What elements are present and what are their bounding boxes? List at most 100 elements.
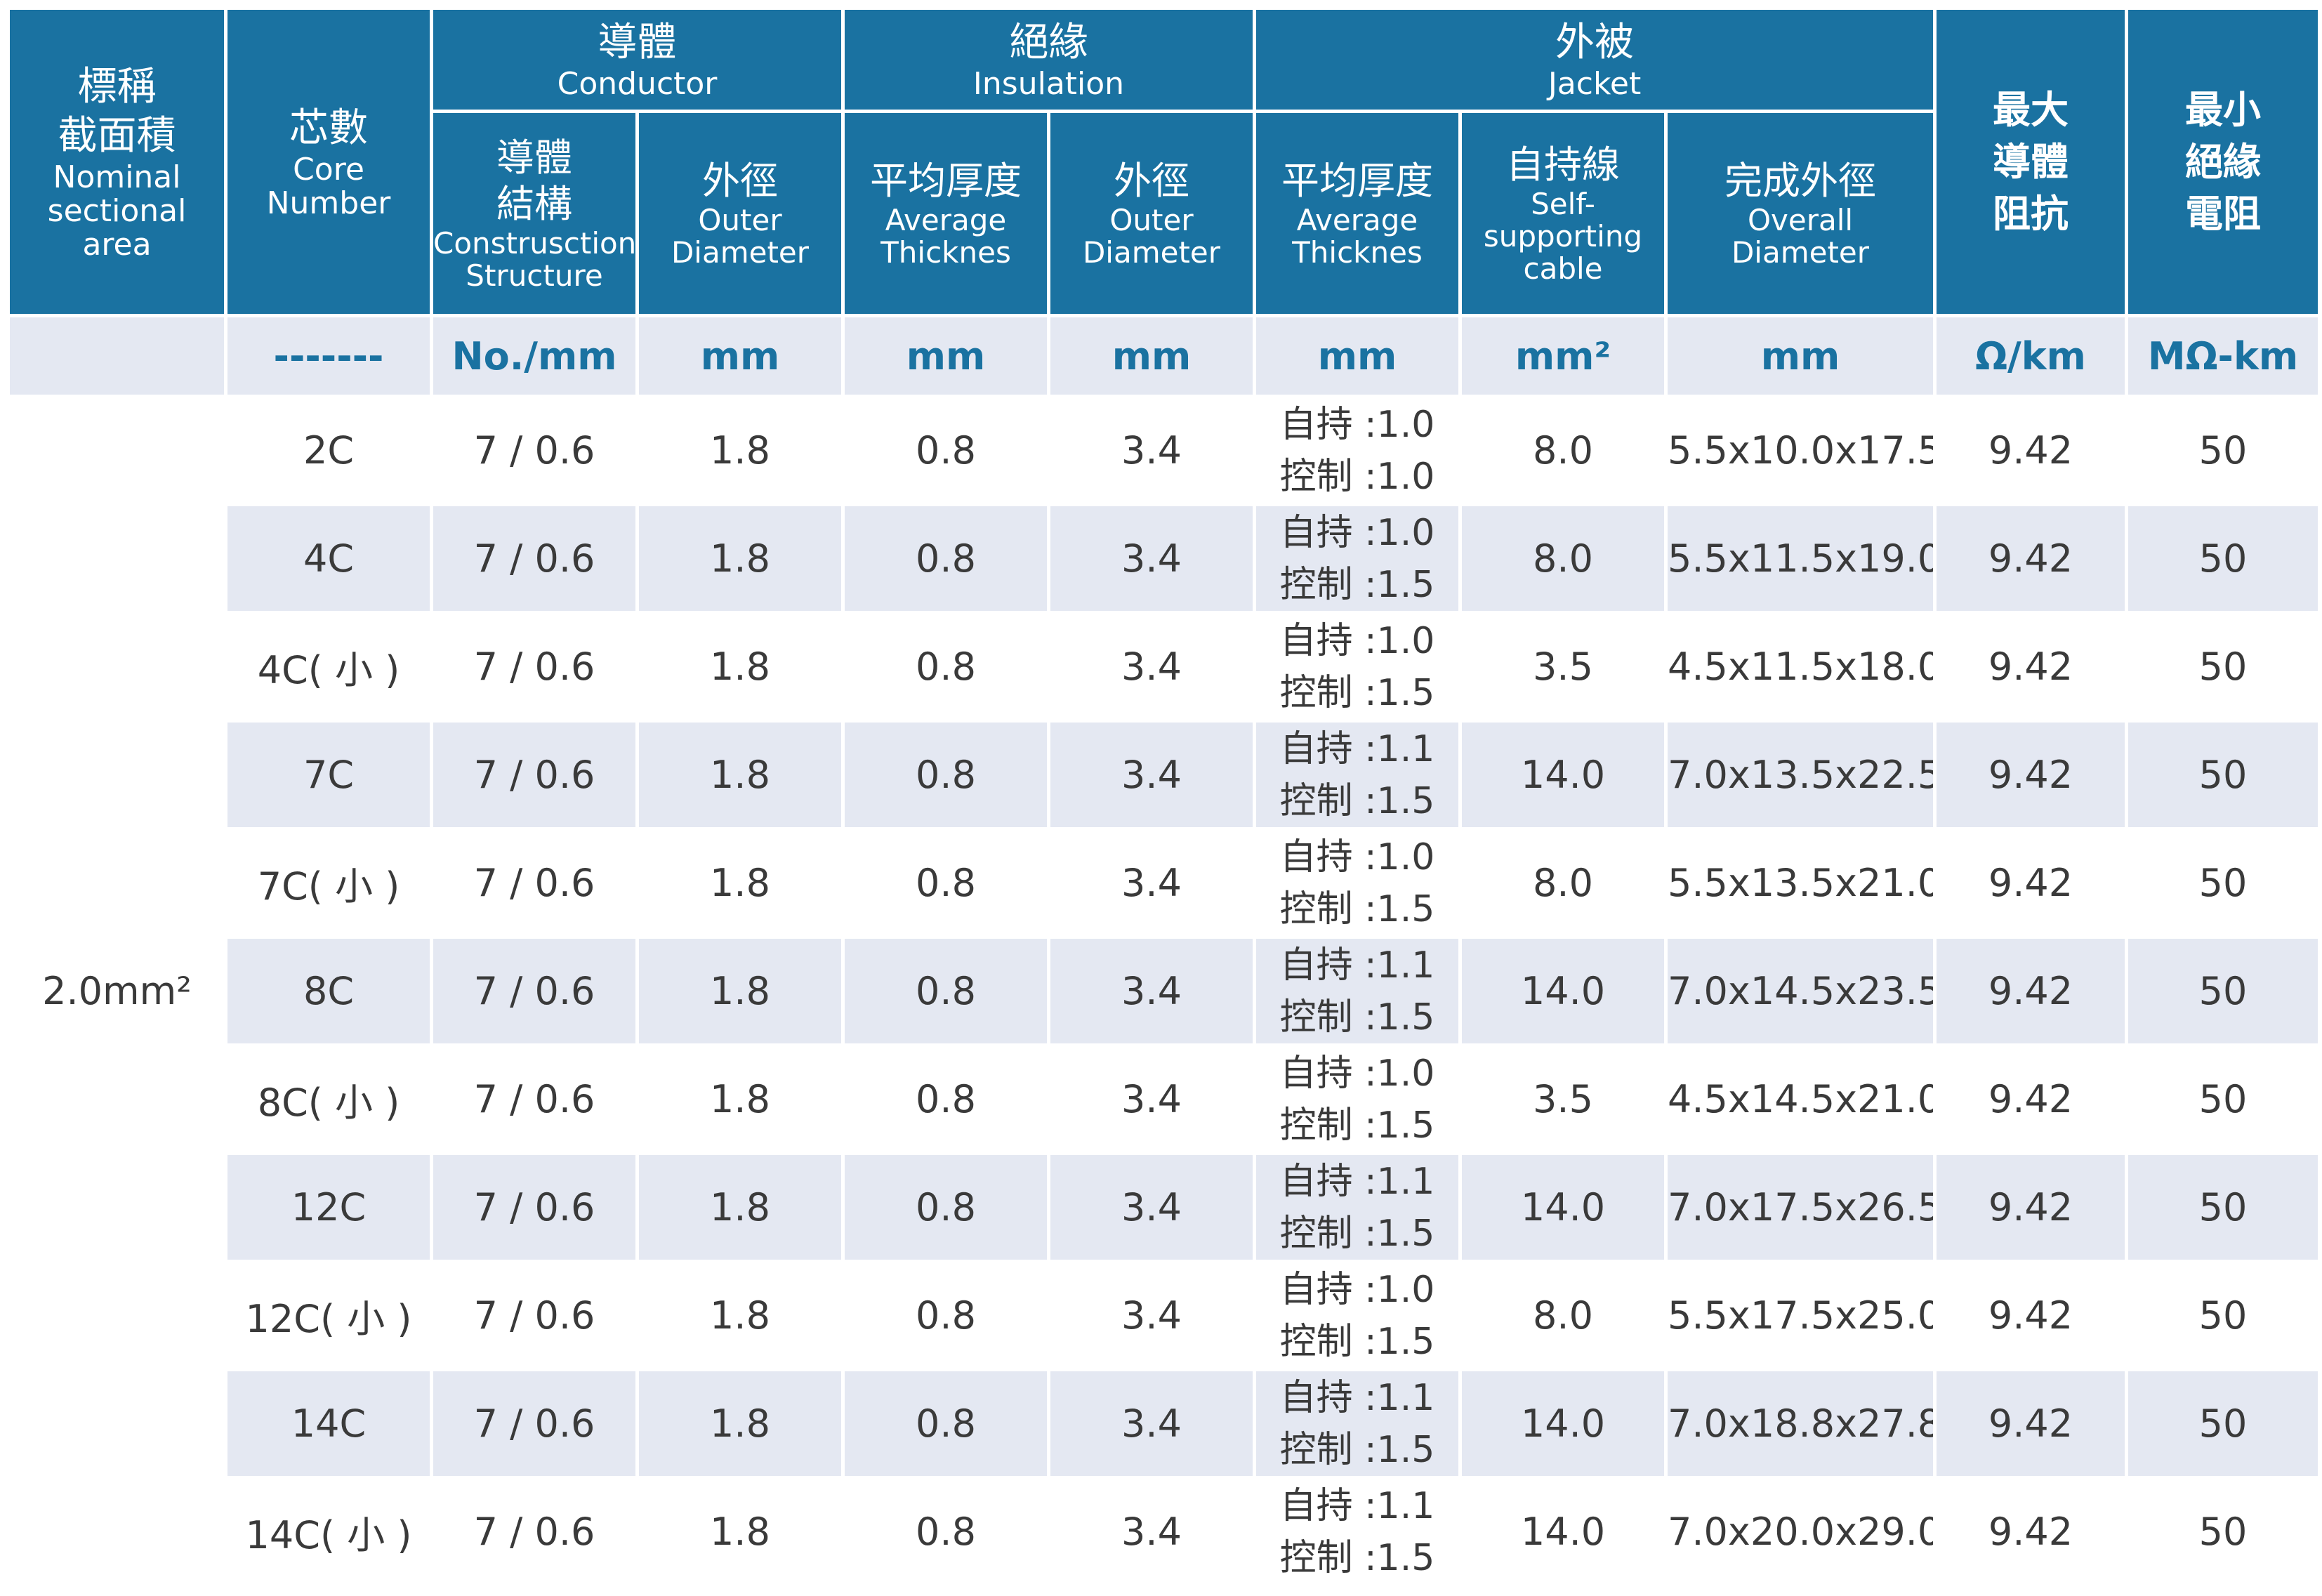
cell-jacket-thickness: 自持 :1.0 控制 :1.5 (1256, 506, 1458, 611)
header-core-number: 芯數 Core Number (227, 10, 430, 314)
cell-jacket-thickness: 自持 :1.0 控制 :1.5 (1256, 1263, 1458, 1368)
unit-cell: MΩ-km (2128, 317, 2318, 395)
header-minins-l3: 電阻 (2185, 191, 2262, 236)
header-condod-en1: Outer (698, 203, 782, 237)
cell-core-number: 2C (227, 398, 430, 503)
cell-insulation-thickness: 0.8 (845, 723, 1047, 827)
cell-conductor-outer-diameter: 1.8 (639, 1371, 841, 1476)
jacket-control-thickness: 控制 :1.5 (1279, 1536, 1435, 1579)
units-row: ------- No./mm mm mm mm mm mm² mm Ω/km M… (10, 317, 2318, 395)
cell-overall-diameter: 5.5x17.5x25.0 (1668, 1263, 1934, 1368)
cell-jacket-thickness: 自持 :1.1 控制 :1.5 (1256, 1155, 1458, 1260)
cell-insulation-thickness: 0.8 (845, 398, 1047, 503)
cell-jacket-thickness: 自持 :1.1 控制 :1.5 (1256, 1371, 1458, 1476)
header-self-en1: Self- (1531, 187, 1595, 221)
cell-insulation-thickness: 0.8 (845, 506, 1047, 611)
cell-conductor-outer-diameter: 1.8 (639, 614, 841, 719)
cell-overall-diameter: 4.5x14.5x21.0 (1668, 1047, 1934, 1152)
header-construction-en2: Structure (466, 258, 603, 293)
unit-cell: No./mm (433, 317, 635, 395)
header-min-insulation: 最小 絕緣 電阻 (2128, 10, 2318, 314)
jacket-control-thickness: 控制 :1.5 (1279, 1428, 1435, 1471)
header-minins-l1: 最小 (2185, 87, 2262, 132)
cell-overall-diameter: 7.0x13.5x22.5 (1668, 723, 1934, 827)
cell-construction: 7 / 0.6 (433, 723, 635, 827)
cell-min-insulation: 50 (2128, 723, 2318, 827)
cell-core-number: 7C (227, 723, 430, 827)
cell-insulation-outer-diameter: 3.4 (1050, 1047, 1253, 1152)
cell-core-number: 8C( 小 ) (227, 1047, 430, 1152)
cell-insulation-outer-diameter: 3.4 (1050, 1371, 1253, 1476)
cell-insulation-thickness: 0.8 (845, 831, 1047, 935)
unit-cell: ------- (227, 317, 430, 395)
cell-max-resistance: 9.42 (1937, 614, 2125, 719)
header-maxres-l3: 阻抗 (1993, 191, 2069, 236)
table-row: 8C( 小 ) 7 / 0.6 1.8 0.8 3.4 自持 :1.0 控制 :1.5 3.5… (10, 1047, 2318, 1152)
cell-min-insulation: 50 (2128, 1263, 2318, 1368)
header-insulation-average-thickness: 平均厚度 Average Thicknes (845, 113, 1047, 314)
cell-self-supporting: 8.0 (1462, 506, 1664, 611)
cell-construction: 7 / 0.6 (433, 1371, 635, 1476)
header-jacket-en: Jacket (1548, 66, 1642, 102)
cell-self-supporting: 3.5 (1462, 614, 1664, 719)
unit-cell: mm (845, 317, 1047, 395)
jacket-self-thickness: 自持 :1.0 (1279, 1268, 1435, 1311)
cell-core-number: 7C( 小 ) (227, 831, 430, 935)
cell-min-insulation: 50 (2128, 831, 2318, 935)
header-overall-zh: 完成外徑 (1724, 159, 1877, 203)
header-jkavg-zh: 平均厚度 (1281, 159, 1433, 203)
header-insod-en2: Diameter (1082, 235, 1221, 270)
cell-max-resistance: 9.42 (1937, 831, 2125, 935)
cell-insulation-outer-diameter: 3.4 (1050, 614, 1253, 719)
header-nominal-area: 標稱 截面積 Nominal sectional area (10, 10, 224, 314)
jacket-control-thickness: 控制 :1.0 (1279, 455, 1435, 498)
jacket-control-thickness: 控制 :1.5 (1279, 1212, 1435, 1255)
header-construction-zh1: 導體 (496, 136, 572, 180)
cell-core-number: 8C (227, 939, 430, 1043)
cell-insulation-outer-diameter: 3.4 (1050, 939, 1253, 1043)
cell-conductor-outer-diameter: 1.8 (639, 939, 841, 1043)
jacket-self-thickness: 自持 :1.0 (1279, 403, 1435, 446)
jacket-control-thickness: 控制 :1.5 (1279, 996, 1435, 1038)
cell-insulation-outer-diameter: 3.4 (1050, 1155, 1253, 1260)
jacket-control-thickness: 控制 :1.5 (1279, 1320, 1435, 1363)
cell-overall-diameter: 4.5x11.5x18.0 (1668, 614, 1934, 719)
cell-overall-diameter: 7.0x18.8x27.8 (1668, 1371, 1934, 1476)
cell-self-supporting: 3.5 (1462, 1047, 1664, 1152)
cell-construction: 7 / 0.6 (433, 398, 635, 503)
header-insavg-en2: Thicknes (880, 235, 1011, 270)
cell-max-resistance: 9.42 (1937, 506, 2125, 611)
header-jkavg-en1: Average (1296, 203, 1418, 237)
cell-min-insulation: 50 (2128, 939, 2318, 1043)
cell-overall-diameter: 5.5x13.5x21.0 (1668, 831, 1934, 935)
table-row: 4C( 小 ) 7 / 0.6 1.8 0.8 3.4 自持 :1.0 控制 :1.5 3.5… (10, 614, 2318, 719)
cell-max-resistance: 9.42 (1937, 723, 2125, 827)
header-insod-en1: Outer (1109, 203, 1194, 237)
cell-core-number: 4C( 小 ) (227, 614, 430, 719)
header-condod-en2: Diameter (671, 235, 810, 270)
table-row: 12C 7 / 0.6 1.8 0.8 3.4 自持 :1.1 控制 :1.5 14.0 7.0… (10, 1155, 2318, 1260)
unit-cell: mm (1668, 317, 1934, 395)
cell-core-number: 12C (227, 1155, 430, 1260)
jacket-self-thickness: 自持 :1.1 (1279, 1376, 1435, 1419)
header-insulation: 絕緣 Insulation (845, 10, 1253, 110)
cell-max-resistance: 9.42 (1937, 1263, 2125, 1368)
header-self-en2: supporting (1483, 219, 1643, 253)
nominal-area-value: 2.0mm² (10, 398, 224, 1584)
cell-construction: 7 / 0.6 (433, 614, 635, 719)
header-minins-l2: 絕緣 (2185, 139, 2262, 184)
header-conductor: 導體 Conductor (433, 10, 841, 110)
cell-max-resistance: 9.42 (1937, 398, 2125, 503)
cell-core-number: 14C( 小 ) (227, 1479, 430, 1584)
cell-construction: 7 / 0.6 (433, 831, 635, 935)
header-insulation-zh: 絕緣 (1009, 20, 1088, 65)
header-core-en1: Core (293, 151, 364, 187)
table-row: 12C( 小 ) 7 / 0.6 1.8 0.8 3.4 自持 :1.0 控制 :1.5 8.… (10, 1263, 2318, 1368)
cell-min-insulation: 50 (2128, 1155, 2318, 1260)
cell-overall-diameter: 7.0x14.5x23.5 (1668, 939, 1934, 1043)
header-jkavg-en2: Thicknes (1292, 235, 1423, 270)
cell-core-number: 4C (227, 506, 430, 611)
cell-insulation-outer-diameter: 3.4 (1050, 398, 1253, 503)
cell-self-supporting: 14.0 (1462, 939, 1664, 1043)
header-conductor-en: Conductor (557, 66, 718, 102)
